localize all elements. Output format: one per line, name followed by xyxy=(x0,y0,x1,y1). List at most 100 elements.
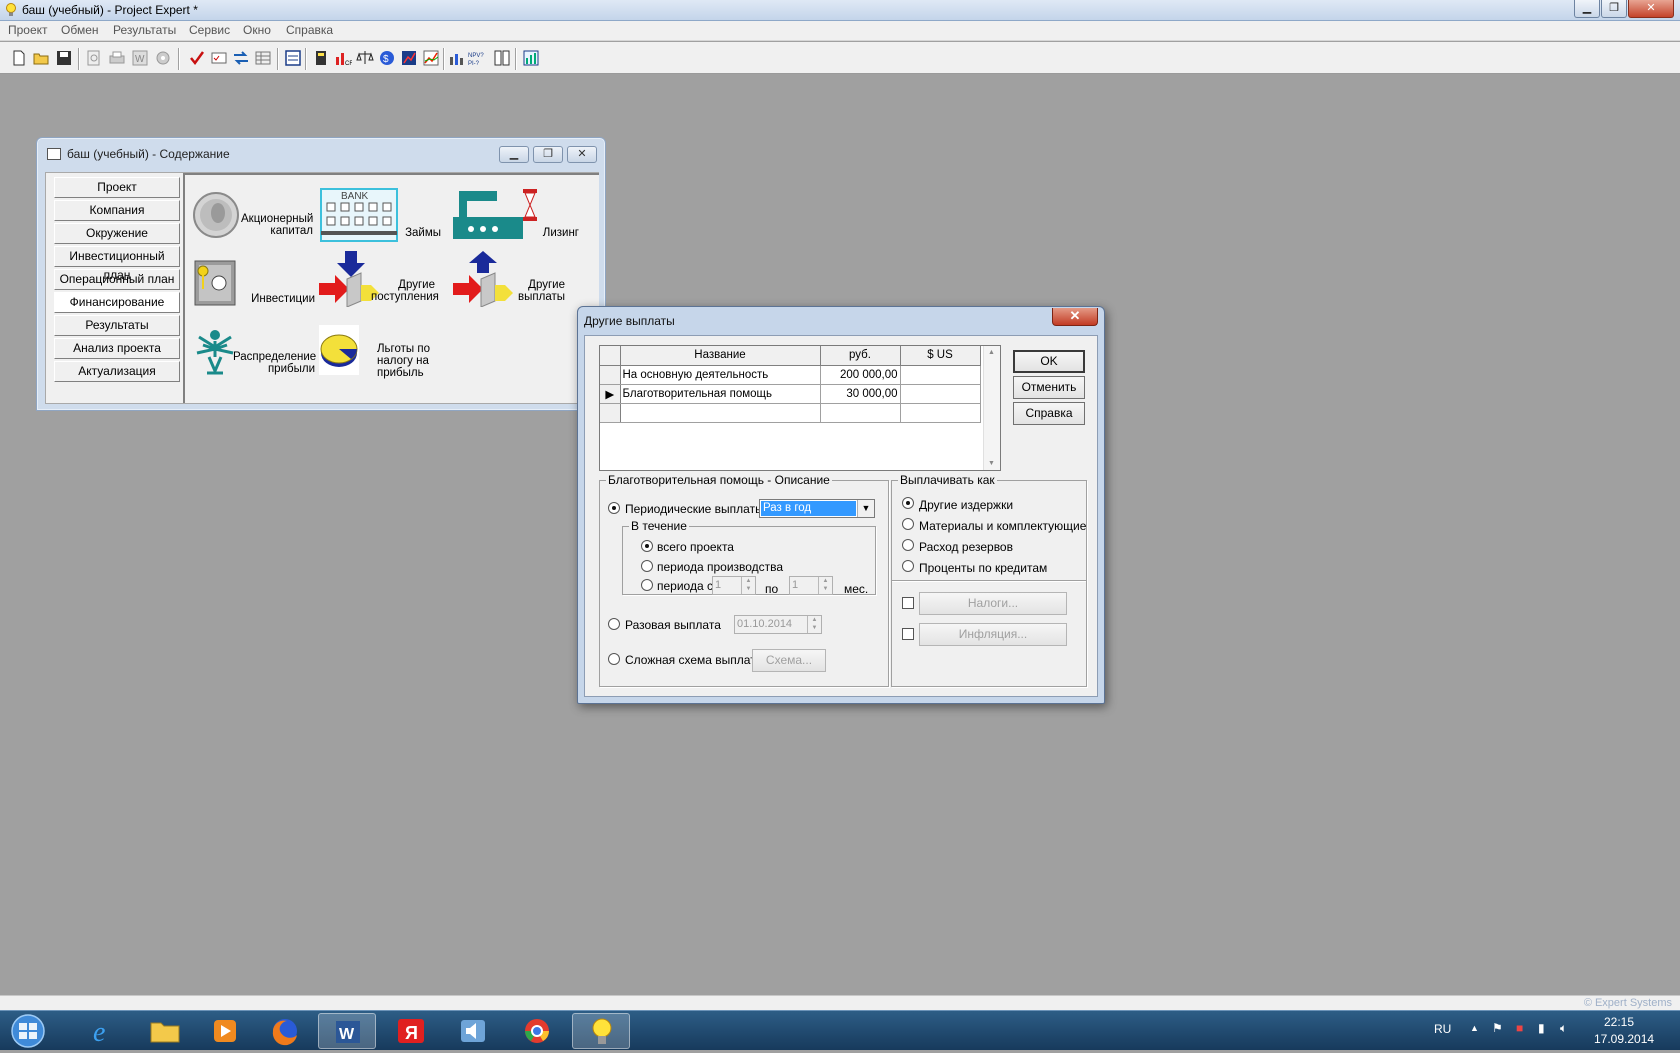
help-button[interactable]: Справка xyxy=(1013,402,1085,425)
pay-as-option-loan-interest[interactable] xyxy=(902,560,914,572)
npv-pi-icon[interactable]: NPV? PI-? xyxy=(468,49,490,67)
print-icon[interactable] xyxy=(108,49,126,67)
calculator-icon[interactable] xyxy=(312,49,330,67)
taskbar-explorer[interactable] xyxy=(136,1013,194,1049)
cell-rub[interactable] xyxy=(820,403,901,423)
nav-operational-plan[interactable]: Операционный план xyxy=(54,269,180,290)
taskbar-media-player[interactable] xyxy=(196,1013,254,1049)
network-signal-icon[interactable]: ▮ xyxy=(1538,1021,1545,1035)
taskbar-word[interactable]: W xyxy=(318,1013,376,1049)
cell-name[interactable] xyxy=(620,403,821,423)
cancel-button[interactable]: Отменить xyxy=(1013,376,1085,399)
statistics-icon[interactable] xyxy=(522,49,540,67)
period-from-stepper[interactable]: 1 ▲ ▼ xyxy=(712,576,756,595)
nav-company[interactable]: Компания xyxy=(54,200,180,221)
pay-as-option-reserves[interactable] xyxy=(902,539,914,551)
nav-financing[interactable]: Финансирование xyxy=(54,292,180,313)
ok-button[interactable]: OK xyxy=(1013,350,1085,373)
menu-help[interactable]: Справка xyxy=(286,23,333,37)
check-icon[interactable] xyxy=(188,49,206,67)
save-icon[interactable] xyxy=(55,49,73,67)
nav-results[interactable]: Результаты xyxy=(54,315,180,336)
checklist-icon[interactable] xyxy=(210,49,228,67)
line-chart-icon[interactable] xyxy=(422,49,440,67)
chevron-down-icon[interactable]: ▼ xyxy=(857,500,874,517)
cell-usd[interactable] xyxy=(900,365,981,385)
taskbar-yandex[interactable]: Я xyxy=(382,1013,440,1049)
tile-leasing[interactable]: Лизинг xyxy=(451,187,599,245)
language-indicator[interactable]: RU xyxy=(1434,1022,1451,1036)
period-range-radio[interactable] xyxy=(641,579,653,591)
cell-usd[interactable] xyxy=(900,384,981,404)
taskbar-chrome[interactable] xyxy=(508,1013,566,1049)
menu-service[interactable]: Сервис xyxy=(189,23,230,37)
menu-project[interactable]: Проект xyxy=(8,23,48,37)
tile-other-income[interactable]: Другие поступления xyxy=(317,251,441,307)
tile-other-payments[interactable]: Другие выплаты xyxy=(451,251,599,307)
currency-icon[interactable]: $ xyxy=(378,49,396,67)
taskbar-firefox[interactable] xyxy=(256,1013,314,1049)
restore-button[interactable]: ❐ xyxy=(1601,0,1627,18)
tile-tax-benefits[interactable]: Льготы по налогу на прибыль xyxy=(317,323,447,381)
table-row[interactable]: ▶ Благотворительная помощь 30 000,00 xyxy=(600,384,981,404)
nav-investment-plan[interactable]: Инвестиционный план xyxy=(54,246,180,282)
close-button[interactable]: ✕ xyxy=(1628,0,1674,18)
complex-scheme-radio[interactable] xyxy=(608,653,620,665)
clock-date[interactable]: 17.09.2014 xyxy=(1594,1032,1654,1046)
minimize-button[interactable]: ▁ xyxy=(1574,0,1600,18)
mdi-restore-button[interactable]: ❐ xyxy=(533,146,563,163)
nav-environment[interactable]: Окружение xyxy=(54,223,180,244)
table-row[interactable] xyxy=(600,403,981,423)
scroll-up-arrow-icon[interactable]: ▲ xyxy=(988,349,995,356)
menu-exchange[interactable]: Обмен xyxy=(61,23,99,37)
action-center-flag-icon[interactable]: ⚑ xyxy=(1492,1021,1503,1035)
balance-scale-icon[interactable] xyxy=(356,49,374,67)
new-file-icon[interactable] xyxy=(10,49,28,67)
pay-as-option-materials[interactable] xyxy=(902,518,914,530)
periodic-payments-radio[interactable] xyxy=(608,502,620,514)
start-button-icon[interactable] xyxy=(4,1013,52,1049)
security-icon[interactable]: ■ xyxy=(1516,1021,1523,1035)
sensitivity-icon[interactable] xyxy=(493,49,511,67)
pay-as-option-other-costs[interactable] xyxy=(902,497,914,509)
scroll-down-arrow-icon[interactable]: ▼ xyxy=(988,460,995,467)
cell-rub[interactable]: 30 000,00 xyxy=(820,384,901,404)
col-header-name[interactable]: Название xyxy=(620,346,821,366)
clock-time[interactable]: 22:15 xyxy=(1604,1015,1634,1029)
one-time-payment-radio[interactable] xyxy=(608,618,620,630)
nav-actualization[interactable]: Актуализация xyxy=(54,361,180,382)
word-export-icon[interactable]: W xyxy=(131,49,149,67)
menu-window[interactable]: Окно xyxy=(243,23,271,37)
tile-loans[interactable]: BANK Займы xyxy=(317,187,441,245)
taxes-button[interactable]: Налоги... xyxy=(919,592,1067,615)
bar-analysis-icon[interactable] xyxy=(448,49,466,67)
production-period-radio[interactable] xyxy=(641,560,653,572)
taxes-checkbox[interactable] xyxy=(902,597,914,609)
inflation-checkbox[interactable] xyxy=(902,628,914,640)
whole-project-radio[interactable] xyxy=(641,540,653,552)
spin-arrows-icon[interactable]: ▲ ▼ xyxy=(807,616,821,633)
table-icon[interactable] xyxy=(254,49,272,67)
menu-results[interactable]: Результаты xyxy=(113,23,176,37)
cell-name[interactable]: Благотворительная помощь xyxy=(620,384,821,404)
mdi-close-button[interactable]: ✕ xyxy=(567,146,597,163)
taskbar-project-expert[interactable] xyxy=(572,1013,630,1049)
cell-usd[interactable] xyxy=(900,403,981,423)
taskbar-internet-explorer[interactable]: e xyxy=(76,1013,134,1049)
settings-gear-icon[interactable] xyxy=(154,49,172,67)
scheme-button[interactable]: Схема... xyxy=(752,649,826,672)
one-time-date-stepper[interactable]: 01.10.2014 ▲ ▼ xyxy=(734,615,822,634)
table-row[interactable]: На основную деятельность 200 000,00 xyxy=(600,365,981,385)
taskbar-audio[interactable] xyxy=(444,1013,502,1049)
open-folder-icon[interactable] xyxy=(32,49,50,67)
exchange-icon[interactable] xyxy=(232,49,250,67)
spin-arrows-icon[interactable]: ▲ ▼ xyxy=(818,577,832,594)
inflation-button[interactable]: Инфляция... xyxy=(919,623,1067,646)
grid-vertical-scrollbar[interactable]: ▲ ▼ xyxy=(983,346,1000,470)
volume-icon[interactable]: 🔈︎ xyxy=(1560,1021,1567,1036)
period-to-stepper[interactable]: 1 ▲ ▼ xyxy=(789,576,833,595)
cashflow-chart-icon[interactable]: CF xyxy=(334,49,352,67)
cell-name[interactable]: На основную деятельность xyxy=(620,365,821,385)
tile-investments[interactable]: Инвестиции xyxy=(193,259,317,311)
report-chart-icon[interactable] xyxy=(400,49,418,67)
